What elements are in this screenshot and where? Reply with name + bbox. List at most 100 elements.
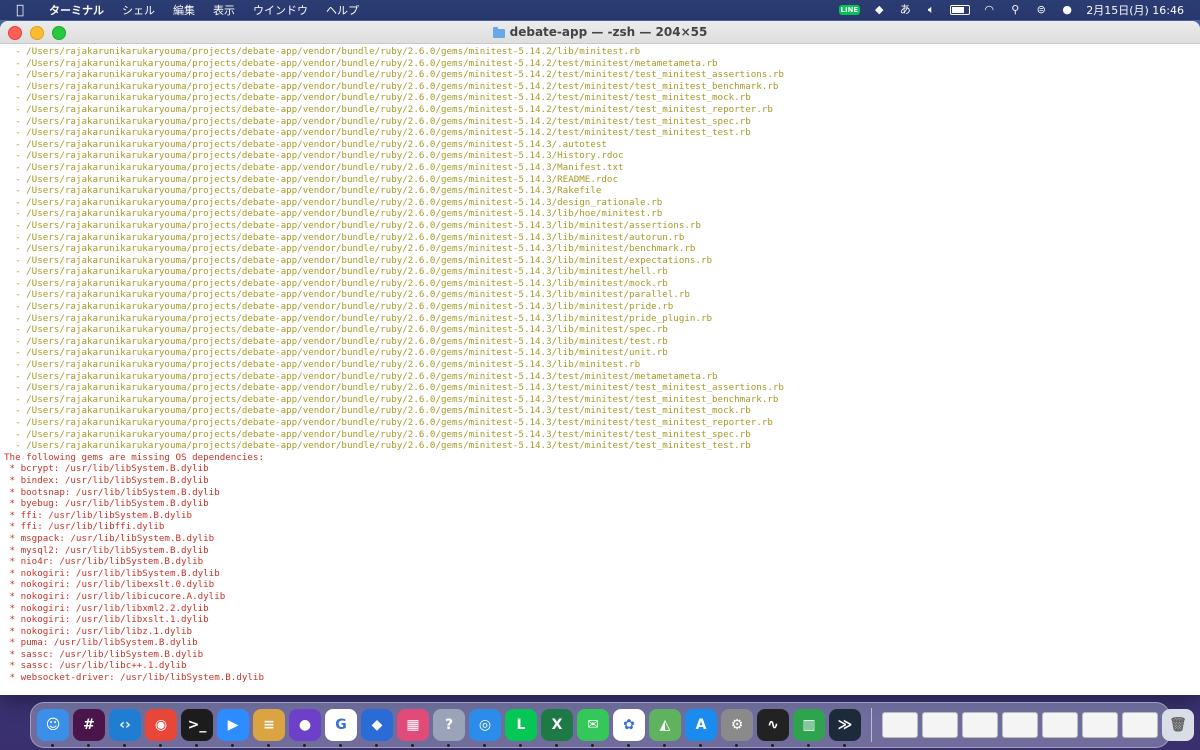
wifi-icon[interactable]: ◠ — [982, 4, 996, 16]
terminal-path-line: - /Users/rajakarunikarukaryouma/projects… — [4, 393, 779, 405]
clock[interactable]: 2月15日(月) 16:46 — [1086, 2, 1184, 18]
running-indicator — [627, 744, 630, 747]
chrome-icon[interactable]: ◉ — [145, 709, 177, 747]
slack-icon[interactable]: # — [73, 709, 105, 747]
photos-icon[interactable]: ✿ — [613, 709, 645, 747]
menu-shell[interactable]: シェル — [113, 2, 164, 18]
close-window-button[interactable] — [8, 26, 22, 40]
dock-app-glyph: ✉ — [587, 717, 599, 733]
running-indicator — [411, 744, 414, 747]
terminal-dependency-line: * nio4r: /usr/lib/libSystem.B.dylib — [4, 556, 204, 568]
sequel-pro-icon[interactable]: ≡ — [253, 709, 285, 747]
menu-edit[interactable]: 編集 — [164, 2, 204, 18]
terminal-dependency-line: * bootsnap: /usr/lib/libSystem.B.dylib — [4, 486, 220, 498]
terminal-scrollbar[interactable] — [1192, 44, 1200, 695]
zoom-icon[interactable]: ▶ — [217, 709, 249, 747]
terminal-path-line: - /Users/rajakarunikarukaryouma/projects… — [4, 347, 668, 359]
volume-icon[interactable]: 🔈︎ — [924, 4, 938, 16]
dock-app-glyph: A — [695, 717, 707, 733]
running-indicator — [267, 744, 270, 747]
running-indicator — [483, 744, 486, 747]
terminal-path-line: - /Users/rajakarunikarukaryouma/projects… — [4, 173, 618, 185]
menu-view[interactable]: 表示 — [204, 2, 244, 18]
zoom-window-button[interactable] — [52, 26, 66, 40]
terminal-dependency-line: * byebug: /usr/lib/libSystem.B.dylib — [4, 498, 209, 510]
running-indicator — [123, 744, 126, 747]
terminal-path-line: - /Users/rajakarunikarukaryouma/projects… — [4, 92, 751, 104]
terminal-path-line: - /Users/rajakarunikarukaryouma/projects… — [4, 243, 696, 255]
terminal-path-line: - /Users/rajakarunikarukaryouma/projects… — [4, 219, 701, 231]
terminal-path-line: - /Users/rajakarunikarukaryouma/projects… — [4, 46, 641, 57]
system-preferences-icon[interactable]: ⚙ — [721, 709, 753, 747]
dock-app-glyph: ◆ — [371, 717, 383, 733]
excel-icon[interactable]: X — [541, 709, 573, 747]
line-icon[interactable]: L — [505, 709, 537, 747]
dock-app-glyph: ◎ — [478, 717, 492, 733]
terminal-path-line: - /Users/rajakarunikarukaryouma/projects… — [4, 103, 773, 115]
running-indicator — [447, 744, 450, 747]
activity-monitor-icon[interactable]: ∿ — [757, 709, 789, 747]
screen-app-icon[interactable]: ◆ — [361, 709, 393, 747]
minimized-window-thumbnail[interactable] — [962, 712, 998, 738]
terminal-path-line: - /Users/rajakarunikarukaryouma/projects… — [4, 231, 685, 243]
terminal-path-line: - /Users/rajakarunikarukaryouma/projects… — [4, 57, 718, 69]
dock-app-glyph: ‹› — [119, 717, 131, 733]
minimized-window-thumbnail[interactable] — [922, 712, 958, 738]
github-desktop-icon[interactable]: ● — [289, 709, 321, 747]
minimized-window-thumbnail[interactable] — [1122, 712, 1158, 738]
minimized-window-thumbnail[interactable] — [1042, 712, 1078, 738]
running-indicator — [375, 744, 378, 747]
terminal-dependency-line: * nokogiri: /usr/lib/libSystem.B.dylib — [4, 567, 220, 579]
menu-app-name[interactable]: ターミナル — [40, 2, 113, 18]
dock-app-glyph: ◉ — [154, 717, 168, 733]
apple-menu-icon[interactable]:  — [0, 3, 40, 18]
terminal-dependency-line: * ffi: /usr/lib/libffi.dylib — [4, 521, 165, 533]
safari-icon[interactable]: ◎ — [469, 709, 501, 747]
terminal-path-line: - /Users/rajakarunikarukaryouma/projects… — [4, 196, 663, 208]
line-status-icon[interactable]: LINE — [838, 5, 861, 15]
terminal-dependency-line: * nokogiri: /usr/lib/libxslt.1.dylib — [4, 614, 209, 626]
launchpad-icon[interactable]: ▦ — [397, 709, 429, 747]
terminal-path-line: - /Users/rajakarunikarukaryouma/projects… — [4, 370, 718, 382]
app-status-icon[interactable]: ◆ — [872, 4, 886, 16]
minimized-window-thumbnail[interactable] — [1002, 712, 1038, 738]
numbers-icon[interactable]: ▥ — [793, 709, 825, 747]
terminal-path-line: - /Users/rajakarunikarukaryouma/projects… — [4, 312, 713, 324]
minimized-window-thumbnail[interactable] — [1082, 712, 1118, 738]
terminal-path-line: - /Users/rajakarunikarukaryouma/projects… — [4, 382, 784, 394]
menu-help[interactable]: ヘルプ — [317, 2, 368, 18]
messages-icon[interactable]: ✉ — [577, 709, 609, 747]
terminal-output[interactable]: - /Users/rajakarunikarukaryouma/projects… — [0, 44, 1200, 695]
terminal-path-line: - /Users/rajakarunikarukaryouma/projects… — [4, 289, 690, 301]
minimize-window-button[interactable] — [30, 26, 44, 40]
trash-icon[interactable]: 🗑︎ — [1162, 709, 1194, 741]
maps-icon[interactable]: ◭ — [649, 709, 681, 747]
terminal-path-line: - /Users/rajakarunikarukaryouma/projects… — [4, 150, 624, 162]
vscode-icon[interactable]: ‹› — [109, 709, 141, 747]
input-method-icon[interactable]: あ — [898, 4, 912, 16]
terminal-dependency-line: * nokogiri: /usr/lib/libexslt.0.dylib — [4, 579, 215, 591]
running-indicator — [159, 744, 162, 747]
grammarly-icon[interactable]: G — [325, 709, 357, 747]
window-titlebar[interactable]: debate-app — -zsh — 204×55 — [0, 21, 1200, 44]
app-store-icon[interactable]: A — [685, 709, 717, 747]
dock-separator — [871, 708, 872, 742]
running-indicator — [87, 744, 90, 747]
minimized-window-thumbnail[interactable] — [882, 712, 918, 738]
finder-icon[interactable]: ☺ — [37, 709, 69, 747]
help-icon[interactable]: ? — [433, 709, 465, 747]
running-indicator — [843, 744, 846, 747]
menu-window[interactable]: ウインドウ — [244, 2, 317, 18]
running-indicator — [555, 744, 558, 747]
vnc-icon[interactable]: ≫ — [829, 709, 861, 747]
siri-icon[interactable]: ● — [1060, 4, 1074, 16]
dock-app-glyph: ∿ — [767, 717, 779, 733]
dock-app-glyph: # — [83, 717, 95, 733]
control-center-icon[interactable]: ⊜ — [1034, 4, 1048, 16]
dock-app-glyph: ☺ — [45, 717, 61, 733]
battery-icon[interactable] — [950, 5, 971, 15]
spotlight-search-icon[interactable]: ⚲ — [1008, 4, 1022, 16]
terminal-icon[interactable]: >_ — [181, 709, 213, 747]
running-indicator — [519, 744, 522, 747]
terminal-path-line: - /Users/rajakarunikarukaryouma/projects… — [4, 127, 751, 139]
